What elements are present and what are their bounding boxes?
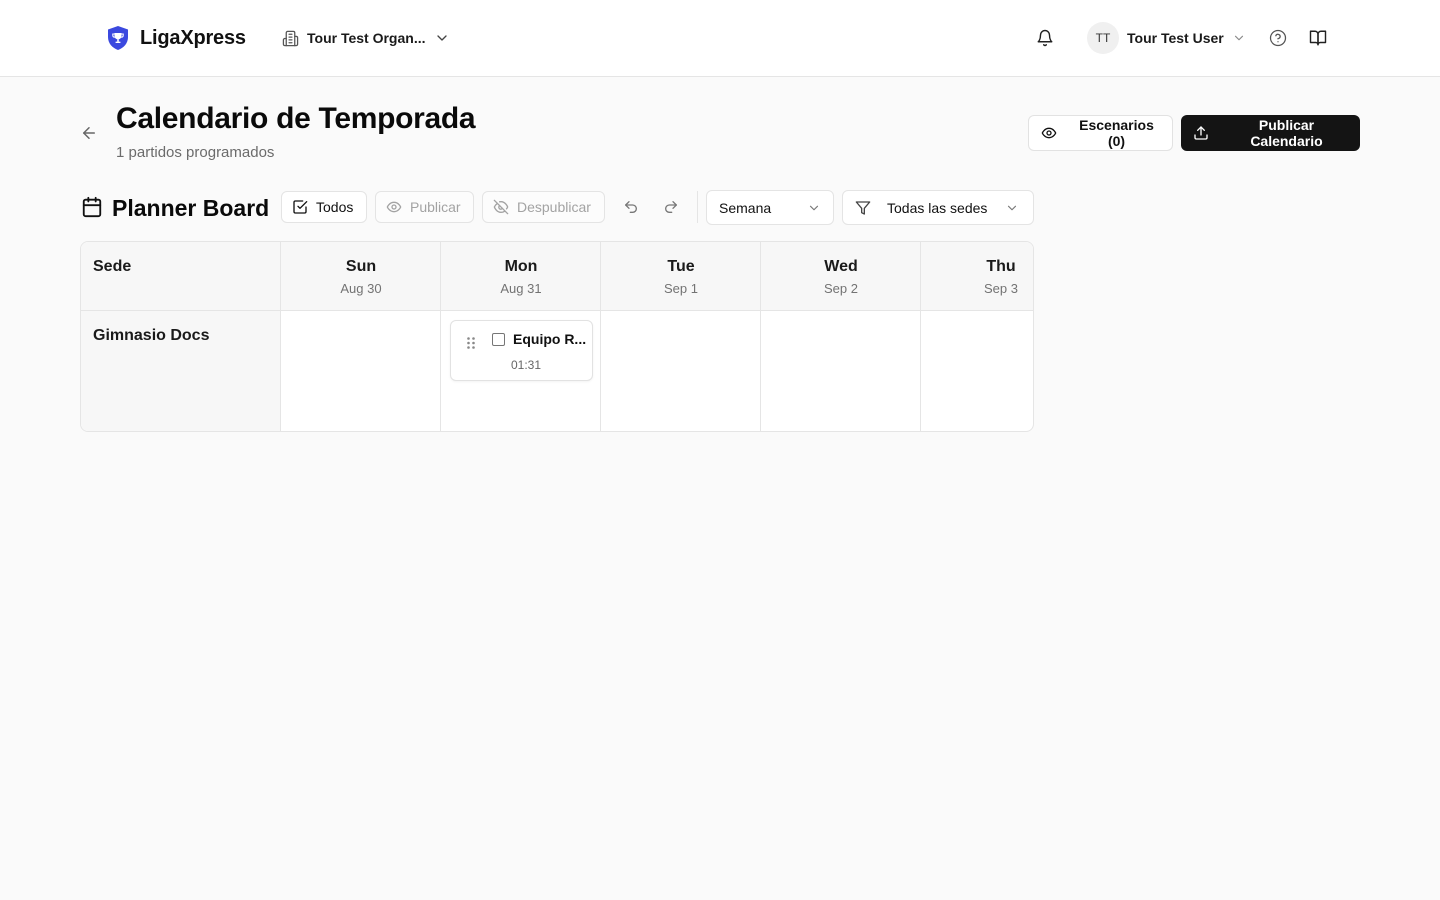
day-date: Aug 30: [340, 281, 382, 296]
match-select-checkbox[interactable]: [492, 333, 505, 346]
day-name: Thu: [986, 258, 1016, 275]
unpublish-label: Despublicar: [517, 199, 591, 215]
brand-logo[interactable]: LigaXpress: [106, 25, 246, 51]
publish-calendar-label: Publicar Calendario: [1250, 117, 1323, 149]
match-title: Equipo R...: [513, 331, 587, 347]
page-subtitle: 1 partidos programados: [116, 144, 275, 161]
avatar: TT: [1087, 22, 1119, 54]
top-bar: LigaXpress Tour Test Organ... TT Tour Te…: [0, 0, 1440, 77]
day-header: Mon Aug 31: [441, 242, 601, 311]
match-card[interactable]: Equipo R... 01:31: [450, 320, 593, 381]
user-name: Tour Test User: [1127, 30, 1224, 46]
drag-handle-icon[interactable]: [466, 336, 476, 350]
shield-trophy-icon: [106, 25, 130, 51]
day-header: Wed Sep 2: [761, 242, 921, 311]
undo-icon[interactable]: [623, 199, 639, 215]
eye-icon: [386, 199, 402, 215]
toolbar-divider: [697, 191, 698, 223]
day-name: Wed: [824, 258, 858, 275]
day-name: Sun: [345, 258, 377, 275]
planner-board-title: Planner Board: [112, 195, 270, 221]
select-all-label: Todos: [316, 199, 354, 215]
day-header: Tue Sep 1: [601, 242, 761, 311]
user-menu[interactable]: TT Tour Test User: [1087, 22, 1246, 54]
scenarios-label: Escenarios (0): [1079, 117, 1154, 149]
redo-icon[interactable]: [663, 199, 679, 215]
eye-icon: [1041, 125, 1057, 141]
chevron-down-icon: [1232, 31, 1246, 45]
match-time: 01:31: [510, 358, 542, 372]
publish-button[interactable]: Publicar: [375, 191, 474, 223]
planner-grid: Gimnasio Docs Sede Sun Aug 30 Mon Aug 31…: [80, 241, 1034, 432]
view-mode-select[interactable]: Semana: [706, 190, 834, 225]
day-name: Mon: [504, 258, 538, 275]
back-arrow-icon[interactable]: [80, 124, 98, 142]
venue-filter-value: Todas las sedes: [887, 199, 988, 216]
venue-row-header: Gimnasio Docs: [81, 311, 281, 431]
bell-icon[interactable]: [1036, 29, 1054, 47]
organization-name: Tour Test Organ...: [307, 30, 426, 46]
venue-column-header: Sede: [93, 258, 132, 275]
brand-name: LigaXpress: [140, 26, 246, 49]
day-date: Sep 2: [824, 281, 858, 296]
page-title: Calendario de Temporada: [116, 102, 476, 135]
upload-icon: [1193, 125, 1209, 141]
chevron-down-icon: [434, 30, 450, 46]
chevron-down-icon: [807, 201, 821, 215]
publish-calendar-button[interactable]: Publicar Calendario: [1181, 115, 1360, 151]
day-date: Sep 3: [984, 281, 1018, 296]
eye-off-icon: [493, 199, 509, 215]
unpublish-button[interactable]: Despublicar: [482, 191, 605, 223]
day-date: Aug 31: [500, 281, 542, 296]
day-header: Thu Sep 3: [921, 242, 1033, 311]
check-square-icon: [292, 199, 308, 215]
view-mode-value: Semana: [719, 199, 772, 216]
select-all-button[interactable]: Todos: [281, 191, 367, 223]
venue-name: Gimnasio Docs: [93, 327, 210, 344]
building-icon: [282, 30, 299, 47]
day-header: Sun Aug 30: [281, 242, 441, 311]
publish-label: Publicar: [410, 199, 461, 215]
help-circle-icon[interactable]: [1269, 29, 1287, 47]
day-date: Sep 1: [664, 281, 698, 296]
venue-filter-select[interactable]: Todas las sedes: [842, 190, 1034, 225]
day-name: Tue: [667, 258, 695, 275]
book-open-icon[interactable]: [1309, 29, 1327, 47]
filter-icon: [855, 200, 871, 216]
organization-selector[interactable]: Tour Test Organ...: [282, 26, 450, 50]
calendar-icon: [81, 196, 103, 218]
scenarios-button[interactable]: Escenarios (0): [1028, 115, 1173, 151]
chevron-down-icon: [1005, 201, 1019, 215]
